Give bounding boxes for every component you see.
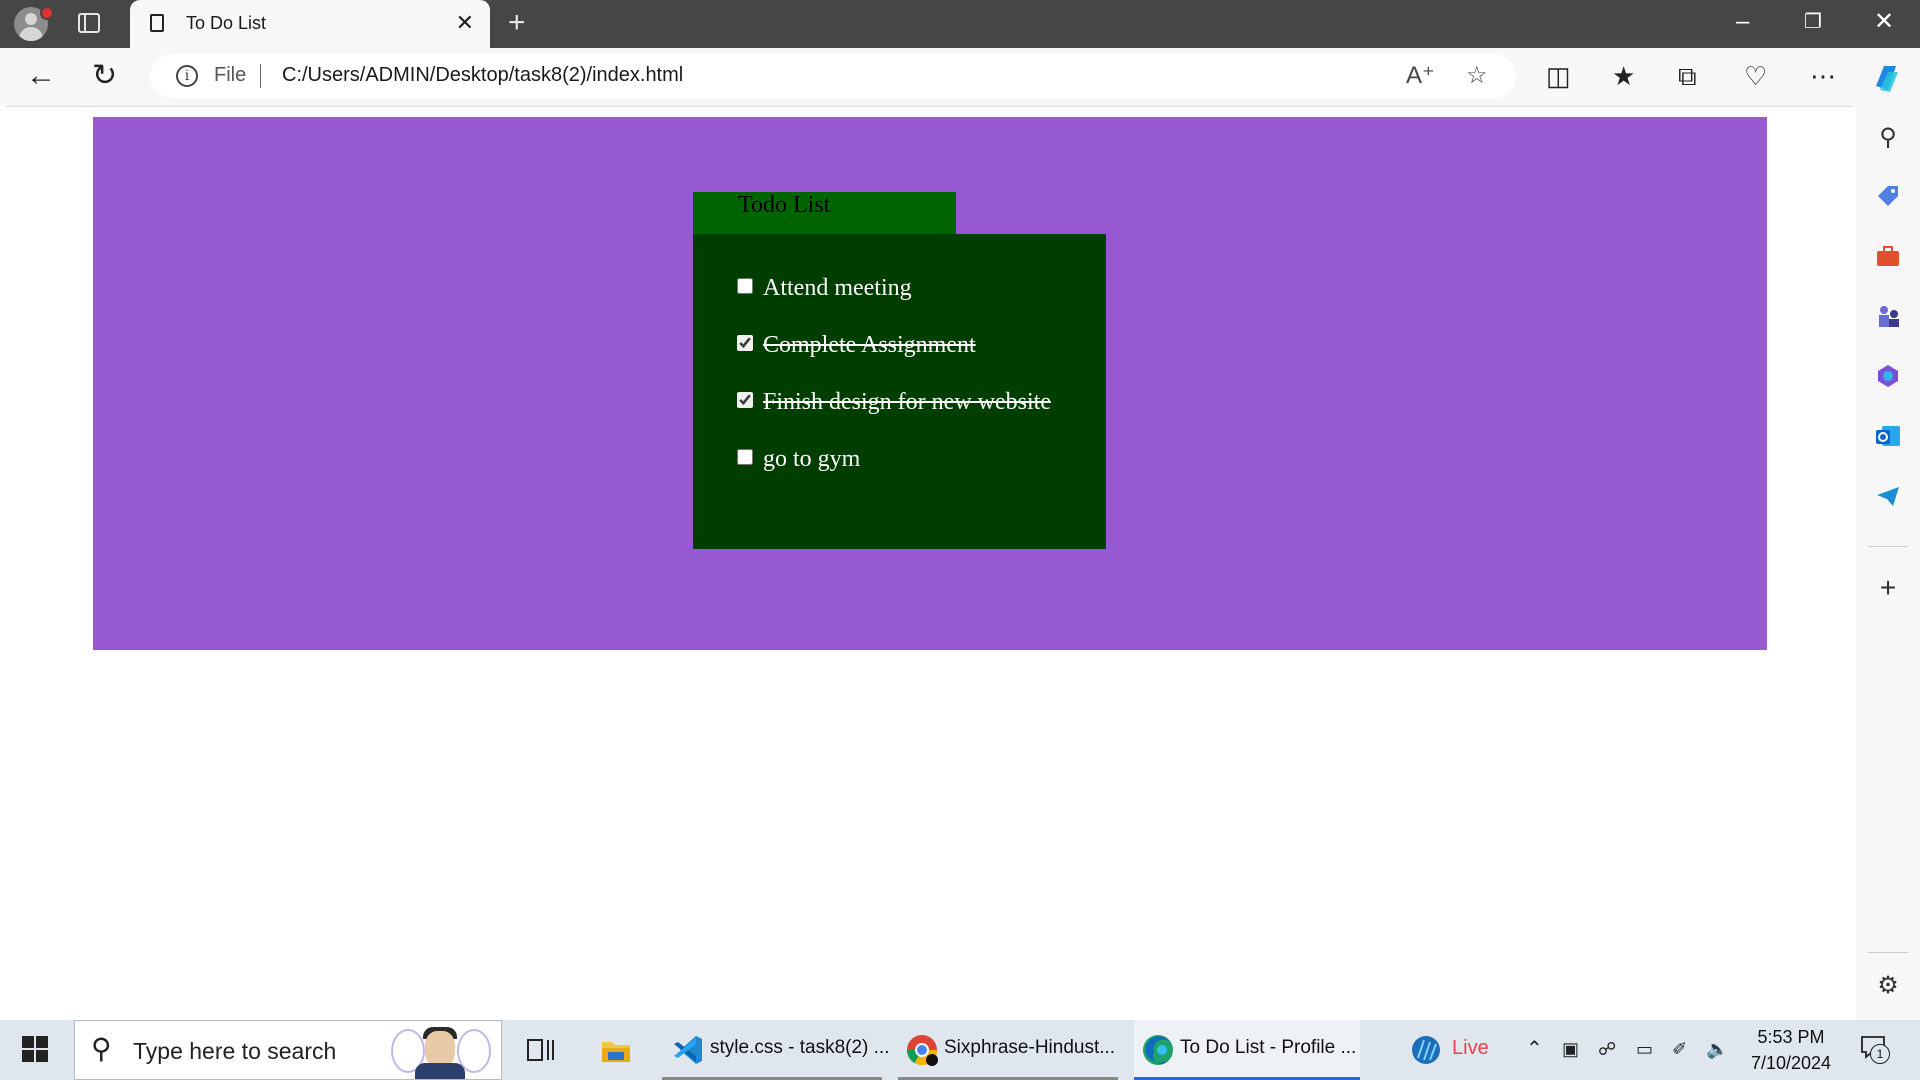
games-icon[interactable] bbox=[1874, 302, 1902, 330]
todo-item-text: Finish design for new website bbox=[763, 389, 1051, 415]
volume-icon[interactable]: 🔈 bbox=[1706, 1034, 1728, 1064]
notification-center-icon[interactable]: 1 bbox=[1860, 1034, 1890, 1064]
app-background: Todo List Attend meeting Complete Assign… bbox=[93, 117, 1767, 650]
edge-sidebar: ⚲ + ⚙ bbox=[1856, 106, 1920, 1020]
todo-checkbox[interactable] bbox=[737, 449, 753, 465]
copilot-icon[interactable] bbox=[1868, 60, 1904, 96]
refresh-icon[interactable]: ↻ bbox=[92, 58, 117, 94]
task-view-icon[interactable] bbox=[522, 1032, 558, 1068]
scheme-label: File bbox=[214, 64, 247, 86]
taskbar-clock[interactable]: 5:53 PM 7/10/2024 bbox=[1736, 1024, 1846, 1076]
battery-icon[interactable]: ▭ bbox=[1636, 1034, 1653, 1064]
browser-essentials-icon[interactable]: ♡ bbox=[1744, 60, 1767, 92]
taskbar-app-label: Sixphrase-Hindust... bbox=[944, 1037, 1116, 1058]
todo-list-container: Attend meeting Complete Assignment Finis… bbox=[693, 234, 1106, 549]
notification-count: 1 bbox=[1870, 1044, 1890, 1064]
taskbar-app-edge[interactable]: To Do List - Profile ... bbox=[1134, 1020, 1360, 1080]
todo-title: Todo List bbox=[738, 192, 831, 218]
microsoft365-icon[interactable] bbox=[1874, 362, 1902, 390]
todo-item-text: Attend meeting bbox=[763, 275, 912, 301]
taskbar-app-label: style.css - task8(2) ... bbox=[710, 1037, 890, 1058]
settings-icon[interactable]: ⚙ bbox=[1874, 972, 1902, 1000]
taskbar-app-chrome[interactable]: Sixphrase-Hindust... bbox=[898, 1020, 1118, 1080]
windows-start-icon[interactable] bbox=[22, 1036, 48, 1062]
browser-titlebar: To Do List ✕ + – ❐ ✕ bbox=[0, 0, 1920, 48]
vscode-icon bbox=[674, 1036, 702, 1064]
page-icon bbox=[150, 14, 164, 32]
url-text[interactable]: C:/Users/ADMIN/Desktop/task8(2)/index.ht… bbox=[282, 64, 683, 87]
favorite-star-icon[interactable]: ☆ bbox=[1466, 62, 1488, 90]
todo-checkbox[interactable] bbox=[737, 278, 753, 294]
profile-alert-badge bbox=[40, 6, 54, 20]
add-icon[interactable]: + bbox=[1874, 574, 1902, 602]
address-bar[interactable]: i File C:/Users/ADMIN/Desktop/task8(2)/i… bbox=[150, 54, 1516, 98]
show-hidden-icons-icon[interactable]: ⌃ bbox=[1526, 1034, 1543, 1064]
windows-taskbar: ⚲ Type here to search style.css - task8(… bbox=[0, 1020, 1920, 1080]
taskbar-search-box[interactable]: ⚲ Type here to search bbox=[74, 1020, 502, 1080]
weather-live-label[interactable]: Live bbox=[1452, 1037, 1489, 1060]
search-placeholder: Type here to search bbox=[133, 1038, 337, 1064]
clock-date: 7/10/2024 bbox=[1750, 1053, 1832, 1073]
split-screen-icon[interactable]: ◫ bbox=[1546, 60, 1571, 92]
edge-icon bbox=[1143, 1035, 1173, 1065]
todo-header: Todo List bbox=[693, 192, 956, 234]
collections-icon[interactable]: ⧉ bbox=[1678, 60, 1697, 92]
todo-item: Finish design for new website bbox=[737, 388, 1051, 445]
shopping-tag-icon[interactable] bbox=[1874, 182, 1902, 210]
todo-checkbox[interactable] bbox=[737, 335, 753, 351]
clock-time: 5:53 PM bbox=[1757, 1027, 1825, 1047]
favorites-icon[interactable]: ★ bbox=[1612, 60, 1635, 92]
todo-item-text: go to gym bbox=[763, 446, 861, 472]
telegram-icon[interactable] bbox=[1874, 482, 1902, 510]
tools-icon[interactable] bbox=[1874, 242, 1902, 270]
more-icon[interactable]: ⋯ bbox=[1810, 60, 1836, 92]
outlook-icon[interactable] bbox=[1874, 422, 1902, 450]
new-tab-button[interactable]: + bbox=[508, 6, 526, 40]
minimize-button[interactable]: – bbox=[1736, 8, 1749, 36]
tab-title: To Do List bbox=[186, 13, 267, 33]
tab-actions-icon[interactable] bbox=[78, 13, 100, 33]
restore-button[interactable]: ❐ bbox=[1804, 8, 1822, 36]
sidebar-divider bbox=[1868, 546, 1908, 547]
read-aloud-icon[interactable]: A⁺ bbox=[1406, 62, 1435, 90]
separator bbox=[260, 64, 261, 88]
tab-to-do-list[interactable]: To Do List ✕ bbox=[130, 0, 490, 48]
close-tab-icon[interactable]: ✕ bbox=[456, 10, 474, 36]
todo-item: Complete Assignment bbox=[737, 331, 1051, 388]
search-icon: ⚲ bbox=[91, 1033, 112, 1064]
search-highlight-image[interactable] bbox=[391, 1023, 491, 1079]
taskbar-app-label: To Do List - Profile ... bbox=[1180, 1037, 1357, 1058]
close-window-button[interactable]: ✕ bbox=[1874, 8, 1894, 36]
todo-item: Attend meeting bbox=[737, 274, 1051, 331]
todo-checkbox[interactable] bbox=[737, 392, 753, 408]
address-toolbar: ← ↻ i File C:/Users/ADMIN/Desktop/task8(… bbox=[0, 48, 1920, 106]
wifi-icon[interactable]: ✐ bbox=[1672, 1034, 1687, 1064]
page-viewport: Todo List Attend meeting Complete Assign… bbox=[6, 106, 1854, 1015]
meet-now-icon[interactable]: ▣ bbox=[1562, 1034, 1579, 1064]
taskbar-app-vscode[interactable]: style.css - task8(2) ... bbox=[662, 1020, 889, 1080]
info-icon[interactable]: i bbox=[176, 65, 198, 87]
chrome-icon bbox=[907, 1035, 938, 1066]
todo-item-text: Complete Assignment bbox=[763, 332, 976, 358]
search-icon[interactable]: ⚲ bbox=[1874, 124, 1902, 152]
weather-live-icon[interactable] bbox=[1408, 1032, 1444, 1068]
file-explorer-icon[interactable] bbox=[598, 1032, 634, 1068]
sidebar-divider bbox=[1868, 952, 1908, 953]
back-icon[interactable]: ← bbox=[26, 58, 56, 94]
todo-item: go to gym bbox=[737, 445, 1051, 502]
todo-list: Attend meeting Complete Assignment Finis… bbox=[737, 274, 1051, 502]
onedrive-sync-icon[interactable]: ☍ bbox=[1598, 1034, 1616, 1064]
